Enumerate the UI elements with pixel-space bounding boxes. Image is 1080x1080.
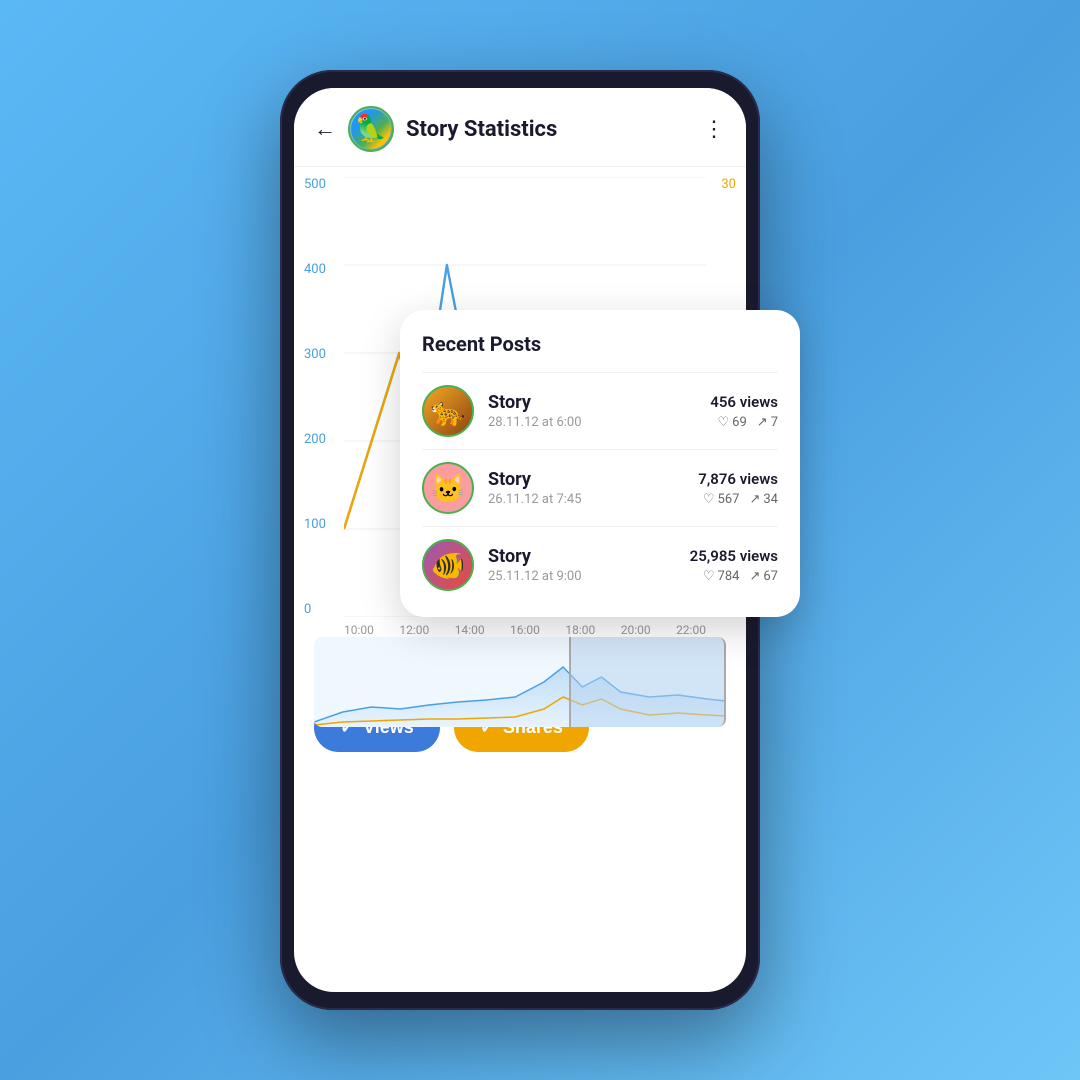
post-stats-3: 25,985 views ♡ 784 ↗ 67 [690, 547, 778, 584]
post-views-2: 7,876 views [698, 470, 778, 488]
x-label-2000: 20:00 [621, 623, 651, 637]
post-interactions-3: ♡ 784 ↗ 67 [690, 569, 778, 584]
y-label-100: 100 [304, 517, 326, 532]
post-like-1: ♡ 69 [718, 415, 747, 430]
post-item-1[interactable]: 🐆 Story 28.11.12 at 6:00 456 views ♡ 69 … [422, 372, 778, 449]
y-label-500: 500 [304, 177, 326, 192]
post-item-3[interactable]: 🐠 Story 25.11.12 at 9:00 25,985 views ♡ … [422, 526, 778, 603]
post-item-2[interactable]: 🐱 Story 26.11.12 at 7:45 7,876 views ♡ 5… [422, 449, 778, 526]
post-title-2: Story [488, 469, 698, 490]
post-date-1: 28.11.12 at 6:00 [488, 415, 710, 430]
post-avatar-1: 🐆 [422, 385, 474, 437]
y-label-300: 300 [304, 347, 326, 362]
post-views-1: 456 views [710, 393, 778, 411]
x-label-1800: 18:00 [565, 623, 595, 637]
x-label-2200: 22:00 [676, 623, 706, 637]
page-title: Story Statistics [406, 117, 703, 142]
post-share-2: ↗ 34 [749, 492, 778, 507]
avatar [348, 106, 394, 152]
post-share-3: ↗ 67 [749, 569, 778, 584]
x-label-1400: 14:00 [455, 623, 485, 637]
back-button[interactable]: ← [314, 116, 336, 142]
y-label-400: 400 [304, 262, 326, 277]
recent-posts-title: Recent Posts [422, 332, 778, 356]
post-like-2: ♡ 567 [703, 492, 740, 507]
post-avatar-2: 🐱 [422, 462, 474, 514]
y-axis-labels-left: 500 400 300 200 100 0 [304, 177, 326, 617]
post-share-1: ↗ 7 [757, 415, 778, 430]
post-info-2: Story 26.11.12 at 7:45 [488, 469, 698, 507]
post-avatar-3: 🐠 [422, 539, 474, 591]
post-date-2: 26.11.12 at 7:45 [488, 492, 698, 507]
recent-posts-card: Recent Posts 🐆 Story 28.11.12 at 6:00 45… [400, 310, 800, 617]
more-options-button[interactable]: ⋮ [703, 117, 726, 142]
post-interactions-2: ♡ 567 ↗ 34 [698, 492, 778, 507]
avatar-image [351, 109, 391, 149]
y-label-200: 200 [304, 432, 326, 447]
post-like-3: ♡ 784 [703, 569, 740, 584]
post-stats-2: 7,876 views ♡ 567 ↗ 34 [698, 470, 778, 507]
x-label-1000: 10:00 [344, 623, 374, 637]
y-right-label-30: 30 [721, 177, 736, 192]
mini-chart[interactable] [314, 637, 726, 727]
x-label-1200: 12:00 [399, 623, 429, 637]
post-title-1: Story [488, 392, 710, 413]
mini-chart-selector[interactable] [569, 637, 726, 727]
post-title-3: Story [488, 546, 690, 567]
post-interactions-1: ♡ 69 ↗ 7 [710, 415, 778, 430]
post-info-1: Story 28.11.12 at 6:00 [488, 392, 710, 430]
y-label-0: 0 [304, 602, 326, 617]
post-stats-1: 456 views ♡ 69 ↗ 7 [710, 393, 778, 430]
app-header: ← Story Statistics ⋮ [294, 88, 746, 167]
post-date-3: 25.11.12 at 9:00 [488, 569, 690, 584]
x-label-1600: 16:00 [510, 623, 540, 637]
post-info-3: Story 25.11.12 at 9:00 [488, 546, 690, 584]
post-views-3: 25,985 views [690, 547, 778, 565]
x-axis-labels: 10:00 12:00 14:00 16:00 18:00 20:00 22:0… [344, 617, 706, 637]
